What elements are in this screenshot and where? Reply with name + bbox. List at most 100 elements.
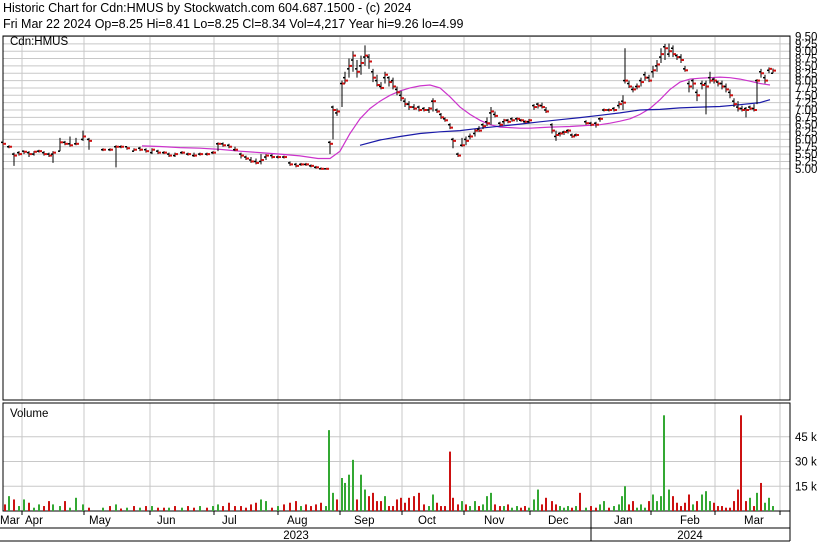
volume-bar — [652, 494, 654, 511]
price-bar — [156, 149, 161, 155]
volume-bar — [729, 507, 731, 511]
volume-bar — [344, 482, 346, 511]
price-bar — [150, 148, 155, 155]
volume-bar — [490, 492, 492, 511]
price-bar — [68, 136, 73, 147]
volume-bar — [222, 506, 224, 511]
volume-bar — [388, 506, 390, 511]
volume-bar — [749, 497, 751, 511]
volume-bar — [684, 502, 686, 511]
volume-bar — [174, 506, 176, 511]
volume-bar — [474, 501, 476, 511]
volume-bar — [400, 497, 402, 511]
volume-bar — [8, 496, 10, 511]
volume-bar — [764, 502, 766, 511]
price-bar — [138, 146, 143, 152]
volume-bar — [660, 496, 662, 511]
price-bar — [186, 152, 191, 156]
price-bar — [1, 141, 6, 145]
volume-bar — [193, 507, 195, 511]
price-bar — [767, 67, 772, 74]
volume-bar — [300, 506, 302, 511]
volume-bar — [478, 506, 480, 511]
volume-bar — [255, 502, 257, 511]
volume-bar — [444, 506, 446, 511]
time-axis: Mar Apr May Jun Jul Aug Sep Oct Nov Dec Jan Feb Mar 2… — [0, 511, 791, 542]
price-bar — [42, 151, 47, 156]
volume-bar — [628, 504, 630, 511]
price-bar — [167, 152, 172, 158]
volume-bar — [336, 499, 338, 511]
volume-bar — [310, 506, 312, 511]
volume-bar — [368, 496, 370, 511]
price-bar — [17, 151, 22, 156]
price-bar — [439, 112, 444, 119]
price-bar — [294, 162, 299, 168]
volume-bar — [38, 504, 40, 511]
volume-bar — [452, 497, 454, 511]
volume-bar — [260, 499, 262, 511]
volume-bar — [613, 506, 615, 511]
moving-average-line — [359, 99, 771, 146]
volume-bar — [737, 489, 739, 511]
volume-bar — [499, 506, 501, 511]
volume-bar — [760, 482, 762, 511]
price-bar — [687, 80, 692, 93]
volume-bar — [423, 504, 425, 511]
volume-bar — [440, 506, 442, 511]
volume-bar — [575, 506, 577, 511]
price-tick-label: 5.00 — [795, 164, 817, 176]
price-bar — [288, 161, 293, 166]
volume-bar — [745, 501, 747, 511]
price-bar — [205, 152, 210, 156]
volume-bar — [740, 415, 742, 511]
volume-bar — [640, 504, 642, 511]
price-bars — [1, 43, 776, 170]
price-bar — [540, 102, 545, 109]
volume-bar — [28, 502, 30, 511]
volume-bar — [145, 506, 147, 511]
price-bar — [598, 117, 603, 122]
volume-bar — [206, 507, 208, 511]
price-bar — [456, 152, 461, 158]
volume-bar — [325, 506, 327, 511]
volume-bar — [571, 507, 573, 511]
volume-bar — [168, 507, 170, 511]
volume-bar — [725, 507, 727, 511]
volume-bar — [380, 501, 382, 511]
month-label: Dec — [548, 515, 569, 527]
volume-bar — [579, 492, 581, 511]
volume-bar — [465, 504, 467, 511]
price-bar — [328, 140, 333, 155]
volume-bar — [240, 506, 242, 511]
volume-bar — [559, 506, 561, 511]
volume-bar — [713, 502, 715, 511]
volume-bar — [4, 504, 6, 511]
volume-bar — [120, 508, 122, 511]
volume-bar — [618, 504, 620, 511]
price-bar — [435, 108, 440, 113]
volume-bar — [320, 502, 322, 511]
volume-bar — [69, 507, 71, 511]
volume-bar — [555, 504, 557, 511]
volume-bar — [717, 506, 719, 511]
volume-bar — [283, 504, 285, 511]
volume-bar — [115, 504, 117, 511]
price-bar — [607, 108, 612, 112]
price-bar — [282, 155, 287, 159]
price-bar — [101, 148, 106, 152]
volume-bar — [469, 506, 471, 511]
volume-bar — [396, 499, 398, 511]
volume-bar — [408, 497, 410, 511]
volume-bar — [672, 496, 674, 511]
volume-bar — [668, 489, 670, 511]
volume-bar — [271, 507, 273, 511]
volume-bar — [133, 506, 135, 511]
volume-bar — [603, 501, 605, 511]
volume-bar — [537, 489, 539, 511]
month-label: Jul — [222, 515, 237, 527]
volume-bar — [187, 506, 189, 511]
price-bar — [239, 152, 244, 159]
price-bar — [276, 155, 281, 159]
volume-bar — [503, 506, 505, 511]
